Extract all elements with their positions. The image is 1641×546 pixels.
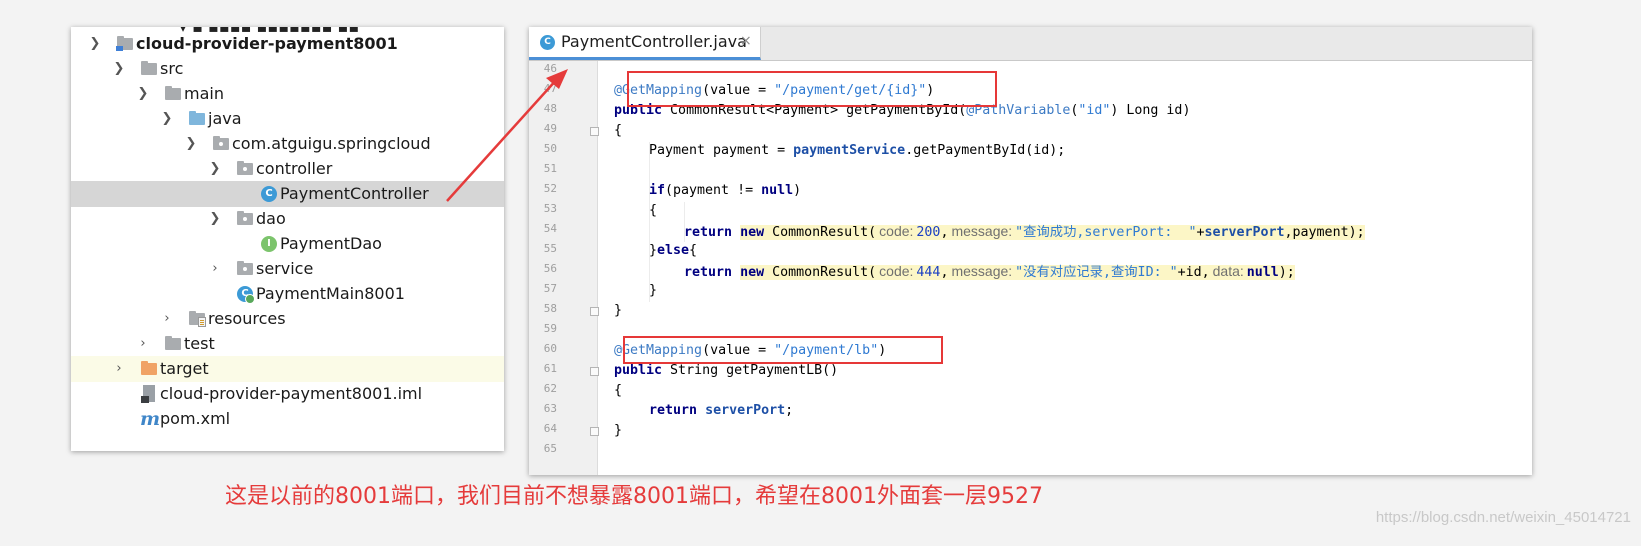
annotation-arrow [446,69,568,202]
watermark-text: https://blog.csdn.net/weixin_45014721 [1375,509,1631,526]
arrow-line [446,77,559,202]
annotation-caption: 这是以前的8001端口，我们目前不想暴露8001端口，希望在8001外面套一层9… [225,484,1043,509]
